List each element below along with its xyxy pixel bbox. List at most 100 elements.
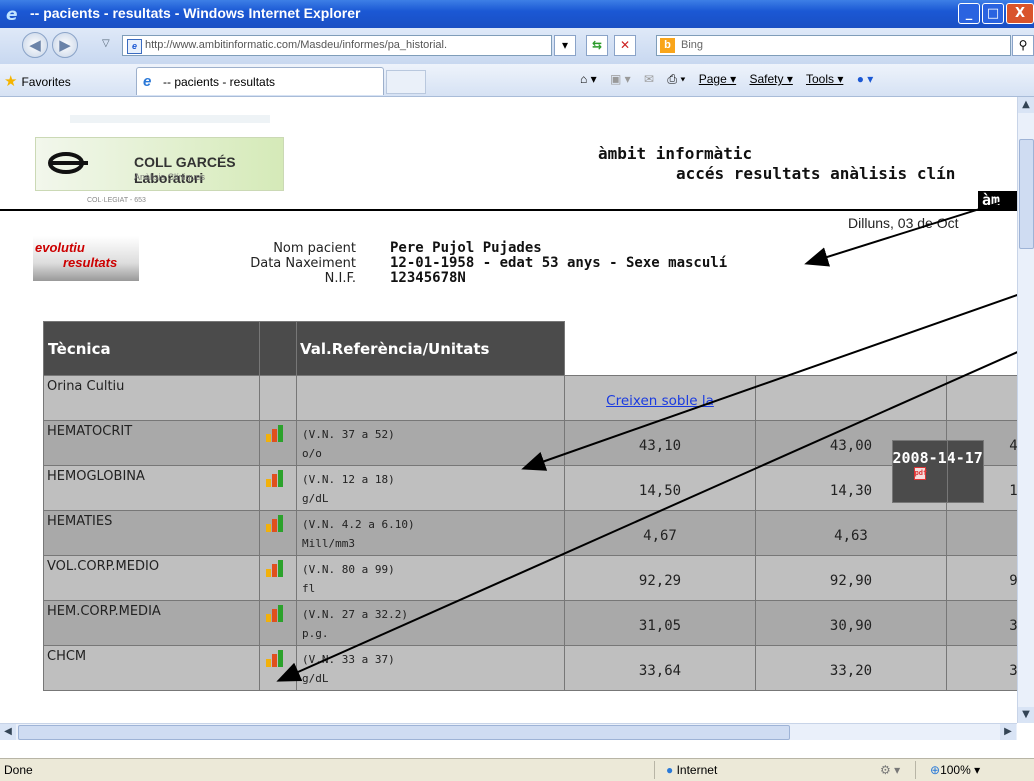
- favorites-button[interactable]: ★ Favorites: [4, 72, 71, 90]
- scroll-up-icon[interactable]: ▲: [1018, 97, 1034, 113]
- value-cell[interactable]: Creixen soble la: [564, 375, 756, 421]
- status-text: Done: [4, 763, 33, 777]
- evolution-chart-icon[interactable]: [266, 425, 283, 442]
- evolution-chart-icon[interactable]: [266, 515, 283, 532]
- maximize-button[interactable]: □: [982, 3, 1004, 24]
- tools-menu[interactable]: Tools ▾: [806, 72, 843, 86]
- lab-subtitle: Anàlisis Clíniques: [134, 172, 206, 182]
- page-content: COLL GARCÉS Laboratori Anàlisis Clínique…: [0, 97, 1017, 723]
- table-row: Orina Cultiu Creixen soble la: [43, 375, 1017, 421]
- results-table: Tècnica Val.Referència/Unitats 2010-02-0…: [43, 321, 1017, 691]
- evolution-chart-icon[interactable]: [266, 560, 283, 577]
- vertical-scroll-thumb[interactable]: [1019, 139, 1034, 249]
- back-button[interactable]: ◀: [22, 32, 48, 58]
- forward-arrow-icon: ▶: [59, 36, 71, 54]
- col-chart: [259, 321, 297, 376]
- feeds-icon[interactable]: ▣ ▾: [610, 72, 631, 86]
- scroll-right-icon[interactable]: ▶: [1000, 724, 1016, 740]
- reference-cell: (V.N. 37 a 52) o/o: [296, 420, 565, 466]
- evolution-chart-icon[interactable]: [266, 605, 283, 622]
- reference-unit: p.g.: [302, 627, 329, 640]
- value-cell: 30,90: [755, 600, 947, 646]
- chart-cell: [259, 555, 297, 601]
- technique-cell: HEMATOCRIT: [43, 420, 260, 466]
- reference-range: (V.N. 33 a 37): [302, 653, 395, 666]
- reference-unit: o/o: [302, 447, 322, 460]
- chart-cell: [259, 375, 297, 421]
- address-dropdown-button[interactable]: ▾: [554, 35, 576, 56]
- evolutiu-resultats-button[interactable]: evolutiu resultats: [33, 236, 139, 281]
- table-row: HEMOGLOBINA (V.N. 12 a 18) g/dL 14,50 14,30 1…: [43, 465, 1017, 511]
- chart-cell: [259, 465, 297, 511]
- evolution-chart-icon[interactable]: [266, 650, 283, 667]
- recent-pages-icon[interactable]: ▽: [102, 38, 110, 49]
- reference-cell: (V.N. 80 a 99) fl: [296, 555, 565, 601]
- forward-button[interactable]: ▶: [52, 32, 78, 58]
- help-icon[interactable]: ● ▾: [857, 72, 874, 86]
- search-icon: ⚲: [1018, 38, 1028, 52]
- reference-range: (V.N. 4.2 a 6.10): [302, 518, 415, 531]
- result-link[interactable]: Creixen soble la: [606, 393, 714, 409]
- resultats-label: resultats: [63, 255, 118, 270]
- birth-label: Data Naxeiment: [250, 256, 356, 271]
- chevron-down-icon: ▾: [561, 38, 569, 52]
- status-bar: Done ● Internet ⚙ ▾ ⊕100% ▾: [0, 758, 1034, 781]
- value-cell: 4,6: [946, 510, 1017, 556]
- new-tab-button[interactable]: [386, 70, 426, 94]
- reference-range: (V.N. 80 a 99): [302, 563, 395, 576]
- page-menu[interactable]: Page ▾: [699, 72, 736, 86]
- back-arrow-icon: ◀: [29, 36, 41, 54]
- reference-unit: Mill/mm3: [302, 537, 355, 550]
- table-row: HEM.CORP.MEDIA (V.N. 27 a 32.2) p.g. 31,05 3…: [43, 600, 1017, 646]
- patient-labels: Nom pacient Data Naxeiment N.I.F.: [210, 241, 356, 286]
- pdf-icon[interactable]: pdf: [913, 466, 927, 480]
- value-cell: 33,20: [755, 645, 947, 691]
- scroll-left-icon[interactable]: ◀: [0, 724, 16, 740]
- reference-unit: g/dL: [302, 672, 329, 685]
- favorites-bar: ★ Favorites e -- pacients - resultats ⌂ ▾…: [0, 64, 1034, 97]
- patient-values: Pere Pujol Pujades 12-01-1958 - edat 53 …: [390, 241, 727, 286]
- status-divider: [915, 761, 916, 779]
- minimize-button[interactable]: _: [958, 3, 980, 24]
- print-icon[interactable]: ⎙ ▾: [667, 72, 685, 86]
- address-input[interactable]: e http://www.ambitinformatic.com/Masdeu/…: [122, 35, 552, 56]
- horizontal-scrollbar[interactable]: ◀ ▶: [0, 723, 1017, 741]
- value-cell: 4,63: [755, 510, 947, 556]
- horizontal-scroll-thumb[interactable]: [18, 725, 790, 740]
- value-cell: 33,2: [946, 645, 1017, 691]
- address-url: http://www.ambitinformatic.com/Masdeu/in…: [145, 39, 448, 51]
- safety-menu[interactable]: Safety ▾: [749, 72, 792, 86]
- value-cell: 92,9: [946, 555, 1017, 601]
- refresh-button[interactable]: ⇆: [586, 35, 608, 56]
- mail-icon[interactable]: ✉: [644, 72, 654, 86]
- name-label: Nom pacient: [273, 241, 356, 256]
- scroll-down-icon[interactable]: ▼: [1018, 707, 1034, 723]
- zoom-level[interactable]: ⊕100% ▾: [930, 763, 980, 777]
- table-row: CHCM (V.N. 33 a 37) g/dL 33,6433,2033,2: [43, 645, 1017, 691]
- reference-cell: [296, 375, 565, 421]
- vertical-scrollbar[interactable]: ▲ ▼: [1017, 97, 1034, 723]
- page-icon: e: [127, 39, 142, 54]
- technique-cell: CHCM: [43, 645, 260, 691]
- reference-range: (V.N. 12 a 18): [302, 473, 395, 486]
- globe-icon: ●: [666, 763, 674, 777]
- window-title: -- pacients - resultats - Windows Intern…: [30, 5, 361, 21]
- brand-subtitle: accés resultats anàlisis clín: [676, 164, 956, 183]
- stop-button[interactable]: ✕: [614, 35, 636, 56]
- value-cell: 14,50: [564, 465, 756, 511]
- close-button[interactable]: X: [1006, 3, 1034, 24]
- search-button[interactable]: ⚲: [1012, 35, 1034, 56]
- browser-tab[interactable]: e -- pacients - resultats: [136, 67, 384, 95]
- protected-mode-icon[interactable]: ⚙ ▾: [880, 763, 900, 777]
- status-divider: [654, 761, 655, 779]
- search-provider: Bing: [681, 39, 704, 51]
- value-cell: 33,64: [564, 645, 756, 691]
- col-date-3[interactable]: 2008-1 pdf: [891, 439, 948, 503]
- current-date: Dilluns, 03 de Oct: [848, 215, 959, 231]
- home-icon[interactable]: ⌂ ▾: [580, 72, 597, 86]
- patient-birth: 12-01-1958 - edat 53 anys - Sexe masculí: [390, 255, 728, 271]
- search-input[interactable]: b Bing: [656, 35, 1011, 56]
- col-reference: Val.Referència/Unitats: [296, 321, 565, 376]
- evolution-chart-icon[interactable]: [266, 470, 283, 487]
- brand-title: àmbit informàtic: [598, 144, 753, 163]
